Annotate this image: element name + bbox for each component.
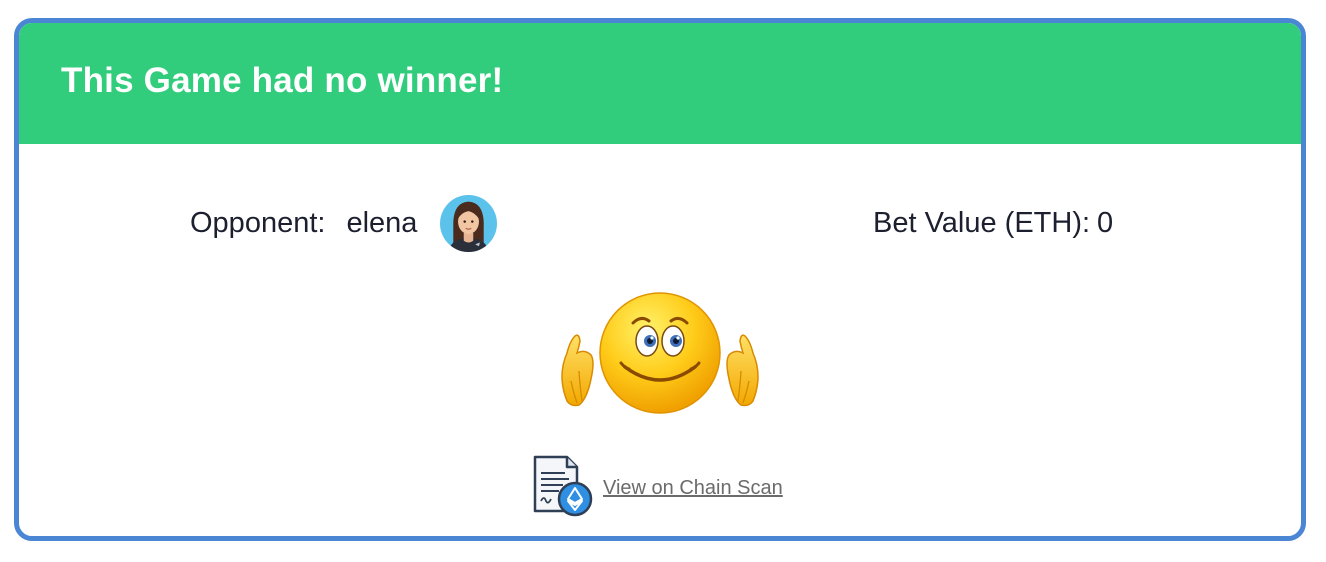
chain-scan-link-text[interactable]: View on Chain Scan: [603, 477, 783, 500]
chain-scan-link[interactable]: View on Chain Scan: [529, 453, 783, 519]
bet-info: Bet Value (ETH): 0: [873, 193, 1113, 253]
game-result-card: This Game had no winner! Opponent: elena…: [14, 18, 1306, 541]
shrugging-emoji-icon: [561, 292, 759, 414]
woman-avatar-icon: [440, 194, 498, 252]
opponent-info: Opponent: elena: [190, 193, 498, 253]
bet-label: Bet Value (ETH):: [873, 206, 1091, 239]
ethereum-document-icon: [533, 455, 593, 517]
opponent-name: elena: [346, 206, 418, 239]
opponent-label: Opponent:: [190, 206, 326, 239]
result-title: This Game had no winner!: [61, 61, 504, 100]
bet-value: 0: [1097, 206, 1114, 239]
result-header: This Game had no winner!: [19, 23, 1301, 144]
